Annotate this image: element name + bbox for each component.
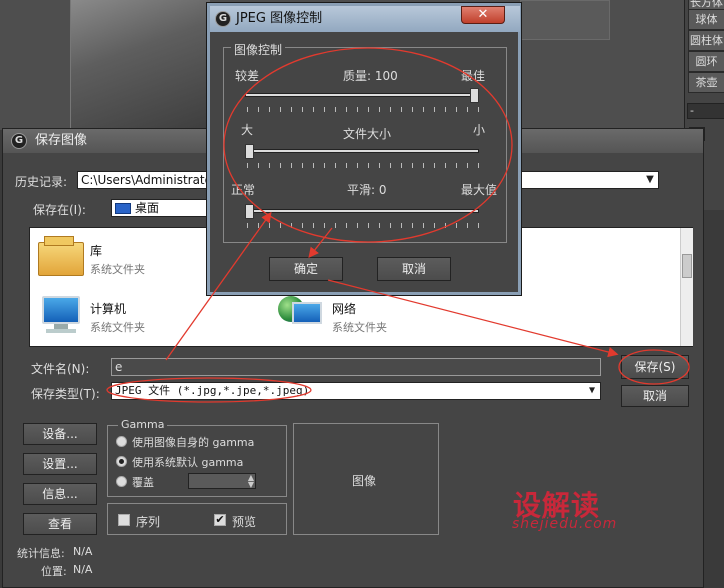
dialog-title: JPEG 图像控制 — [236, 11, 323, 26]
object-button-teapot[interactable]: 茶壶 — [688, 72, 724, 93]
smoothing-label: 平滑: 0 — [347, 183, 387, 197]
setup-button[interactable]: 设置... — [23, 453, 97, 475]
file-type: 系统文件夹 — [90, 263, 145, 276]
preview-label[interactable]: 预览 — [232, 513, 256, 530]
filesize-slider-thumb[interactable] — [245, 144, 254, 159]
gamma-override-radio[interactable] — [116, 476, 127, 487]
file-type: 系统文件夹 — [332, 321, 387, 334]
filesize-slider-ticks — [247, 163, 481, 168]
stats-label: 统计信息: — [17, 547, 65, 560]
quality-max-label: 最佳 — [461, 69, 486, 83]
filename-input[interactable]: e — [111, 358, 601, 376]
dialog-title: 保存图像 — [35, 133, 88, 148]
app-logo-icon: G — [11, 133, 27, 149]
jpeg-control-dialog: G JPEG 图像控制 ✕ 图像控制 较差 质量: 100 最佳 大 文件大小 … — [206, 2, 522, 296]
gamma-override-spinner[interactable]: ▲ ▼ — [188, 473, 256, 489]
library-folder-icon[interactable] — [36, 236, 88, 280]
options-group: 序列 ✔ 预览 — [107, 503, 287, 535]
filetype-label: 保存类型(T): — [31, 387, 100, 401]
gamma-label: Gamma — [118, 418, 168, 431]
smoothing-slider-thumb[interactable] — [245, 204, 254, 219]
file-name[interactable]: 库 — [90, 242, 102, 259]
filename-value: e — [115, 360, 123, 374]
stats-value: N/A — [73, 545, 93, 558]
object-button-cylinder[interactable]: 圆柱体 — [688, 30, 724, 51]
save-in-combo[interactable]: 桌面 — [111, 199, 211, 217]
sequence-label[interactable]: 序列 — [136, 513, 160, 530]
watermark-url: shejiedu.com — [512, 516, 618, 532]
file-type: 系统文件夹 — [90, 321, 145, 334]
gamma-own-label[interactable]: 使用图像自身的 gamma — [132, 434, 254, 450]
network-icon[interactable] — [278, 292, 326, 334]
image-preview-label: 图像 — [352, 474, 377, 488]
filesize-slider-track[interactable] — [245, 149, 479, 153]
jpeg-body: 图像控制 较差 质量: 100 最佳 大 文件大小 小 正常 平滑: 0 最大值… — [217, 33, 513, 289]
smoothing-min-label: 正常 — [231, 183, 256, 197]
save-button[interactable]: 保存(S) — [621, 355, 689, 379]
quality-label: 质量: 100 — [343, 69, 398, 83]
smoothing-slider-ticks — [247, 223, 481, 228]
scrollbar-thumb[interactable] — [682, 254, 692, 278]
quality-slider-ticks — [247, 107, 481, 112]
chevron-down-icon[interactable]: ▼ — [644, 172, 656, 188]
preview-checkbox[interactable]: ✔ — [214, 514, 226, 526]
app-logo-icon: G — [215, 11, 231, 27]
cancel-button[interactable]: 取消 — [621, 385, 689, 407]
filetype-value: JPEG 文件 (*.jpg,*.jpe,*.jpeg) — [115, 384, 310, 397]
quality-slider-thumb[interactable] — [470, 88, 479, 103]
smoothing-max-label: 最大值 — [461, 183, 498, 197]
smoothing-value: 0 — [378, 183, 387, 197]
file-name[interactable]: 计算机 — [90, 300, 126, 317]
cancel-button[interactable]: 取消 — [377, 257, 451, 281]
gamma-system-label[interactable]: 使用系统默认 gamma — [132, 454, 243, 470]
viewport-floor-render — [70, 0, 210, 130]
filetype-combo[interactable]: JPEG 文件 (*.jpg,*.jpe,*.jpeg) ▼ — [111, 382, 601, 400]
save-in-value: 桌面 — [135, 201, 160, 215]
gamma-own-radio[interactable] — [116, 436, 127, 447]
quality-value: 100 — [374, 69, 398, 83]
ok-button[interactable]: 确定 — [269, 257, 343, 281]
gamma-override-label[interactable]: 覆盖 — [132, 474, 154, 490]
history-label: 历史记录: — [15, 175, 68, 189]
filename-label: 文件名(N): — [31, 362, 90, 376]
smoothing-slider-track[interactable] — [245, 209, 479, 213]
file-name[interactable]: 网络 — [332, 300, 356, 317]
close-icon[interactable]: ✕ — [461, 6, 505, 24]
quality-min-label: 较差 — [235, 69, 260, 83]
view-button[interactable]: 查看 — [23, 513, 97, 535]
quality-slider-track[interactable] — [245, 93, 479, 97]
location-label: 位置: — [41, 565, 67, 578]
image-control-label: 图像控制 — [231, 41, 286, 58]
file-list-scrollbar[interactable] — [680, 228, 693, 346]
name-field[interactable]: - — [687, 103, 724, 119]
viewport-panel — [520, 0, 610, 40]
gamma-group: Gamma 使用图像自身的 gamma 使用系统默认 gamma 覆盖 ▲ ▼ — [107, 418, 287, 497]
filesize-small-label: 小 — [473, 123, 486, 137]
filesize-large-label: 大 — [241, 123, 254, 137]
info-button[interactable]: 信息... — [23, 483, 97, 505]
object-button-sphere[interactable]: 球体 — [688, 9, 724, 30]
gamma-system-radio[interactable] — [116, 456, 127, 467]
object-button-torus[interactable]: 圆环 — [688, 51, 724, 72]
desktop-icon — [115, 203, 131, 214]
sequence-checkbox[interactable] — [118, 514, 130, 526]
computer-icon[interactable] — [38, 294, 84, 334]
devices-button[interactable]: 设备... — [23, 423, 97, 445]
location-value: N/A — [73, 563, 93, 576]
filesize-label: 文件大小 — [343, 127, 392, 141]
chevron-down-icon[interactable]: ▼ — [586, 383, 598, 399]
image-preview: 图像 — [293, 423, 439, 535]
save-in-label: 保存在(I): — [33, 203, 86, 217]
